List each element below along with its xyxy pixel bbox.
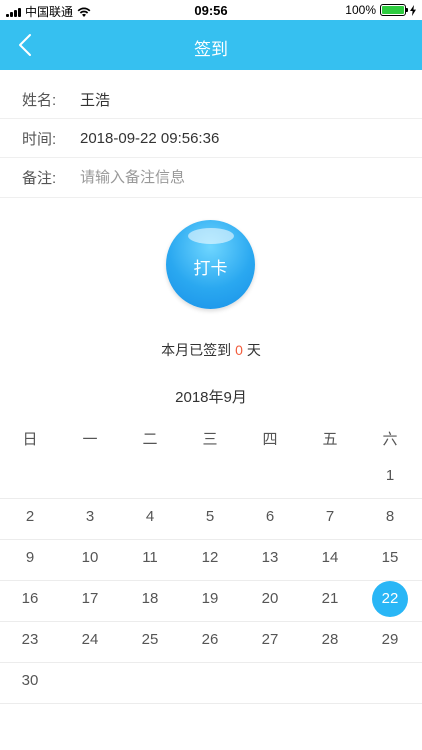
calendar-day[interactable]: 9 xyxy=(12,540,48,576)
calendar-day[interactable]: 14 xyxy=(312,540,348,576)
calendar-week-row: 1 xyxy=(0,458,422,499)
weekday-label: 一 xyxy=(82,431,98,448)
calendar-day[interactable]: 7 xyxy=(312,499,348,535)
calendar-day[interactable]: 4 xyxy=(132,499,168,535)
note-label: 备注: xyxy=(22,170,57,187)
calendar-day[interactable]: 16 xyxy=(12,581,48,617)
summary-prefix: 本月已签到 xyxy=(161,342,232,358)
calendar-week-row: 16 17 18 19 20 21 22 xyxy=(0,581,422,622)
checkin-count: 0 xyxy=(235,342,243,358)
calendar-weekday-header: 日一二三四五六 xyxy=(0,420,422,456)
calendar-day[interactable]: 11 xyxy=(132,540,168,576)
note-input[interactable] xyxy=(80,169,380,186)
calendar-day[interactable]: 27 xyxy=(252,622,288,658)
calendar-day[interactable]: 10 xyxy=(72,540,108,576)
button-highlight xyxy=(188,228,234,244)
calendar-day[interactable]: 6 xyxy=(252,499,288,535)
calendar-day[interactable]: 1 xyxy=(372,458,408,494)
weekday-label: 日 xyxy=(22,431,38,448)
time-row: 时间: 2018-09-22 09:56:36 xyxy=(0,119,422,158)
calendar-day[interactable]: 23 xyxy=(12,622,48,658)
name-row: 姓名: 王浩 xyxy=(0,80,422,119)
time-label: 时间: xyxy=(22,130,57,148)
weekday-label: 五 xyxy=(322,431,338,448)
weekday-label: 四 xyxy=(262,431,278,448)
weekday-label: 三 xyxy=(202,431,218,448)
calendar-day[interactable]: 19 xyxy=(192,581,228,617)
calendar-week-row: 30 xyxy=(0,663,422,704)
checkin-button-label: 打卡 xyxy=(193,259,228,278)
calendar-day[interactable]: 3 xyxy=(72,499,108,535)
checkin-button[interactable]: 打卡 xyxy=(166,220,255,309)
calendar-day[interactable]: 28 xyxy=(312,622,348,658)
calendar-day[interactable]: 15 xyxy=(372,540,408,576)
name-value: 王浩 xyxy=(80,91,111,109)
calendar-day-selected[interactable]: 22 xyxy=(372,581,408,617)
weekday-label: 六 xyxy=(382,431,398,448)
weekday-label: 二 xyxy=(142,431,158,448)
note-row: 备注: xyxy=(0,158,422,197)
checkin-form: 姓名: 王浩 时间: 2018-09-22 09:56:36 备注: xyxy=(0,80,422,197)
calendar-week-row: 9 10 11 12 13 14 15 xyxy=(0,540,422,581)
calendar-day[interactable]: 13 xyxy=(252,540,288,576)
calendar-day[interactable]: 30 xyxy=(12,663,48,699)
page-title: 签到 xyxy=(194,40,228,59)
status-bar: 中国联通 09:56 100% xyxy=(0,0,422,20)
calendar-day[interactable]: 20 xyxy=(252,581,288,617)
divider xyxy=(0,197,422,198)
battery-percent: 100% xyxy=(345,3,376,17)
calendar-day[interactable]: 18 xyxy=(132,581,168,617)
calendar-day[interactable]: 8 xyxy=(372,499,408,535)
calendar-day[interactable]: 29 xyxy=(372,622,408,658)
charging-icon xyxy=(410,4,416,16)
calendar-week-row: 2345678 xyxy=(0,499,422,540)
calendar-day[interactable]: 5 xyxy=(192,499,228,535)
calendar-day[interactable]: 25 xyxy=(132,622,168,658)
summary-suffix: 天 xyxy=(246,342,261,358)
name-label: 姓名: xyxy=(22,91,57,109)
battery-icon xyxy=(380,4,408,16)
time-value: 2018-09-22 09:56:36 xyxy=(80,129,220,147)
checkin-summary: 本月已签到 0 天 xyxy=(0,340,422,360)
calendar-day[interactable]: 2 xyxy=(12,499,48,535)
calendar-month-title: 2018年9月 xyxy=(175,389,247,406)
calendar-day[interactable]: 17 xyxy=(72,581,108,617)
calendar-day[interactable]: 24 xyxy=(72,622,108,658)
status-right: 100% xyxy=(345,3,416,17)
calendar-day[interactable]: 21 xyxy=(312,581,348,617)
calendar-week-row: 23 24 25 26 27 28 29 xyxy=(0,622,422,663)
nav-bar: 签到 xyxy=(0,20,422,70)
calendar-day[interactable]: 12 xyxy=(192,540,228,576)
calendar-day[interactable]: 26 xyxy=(192,622,228,658)
